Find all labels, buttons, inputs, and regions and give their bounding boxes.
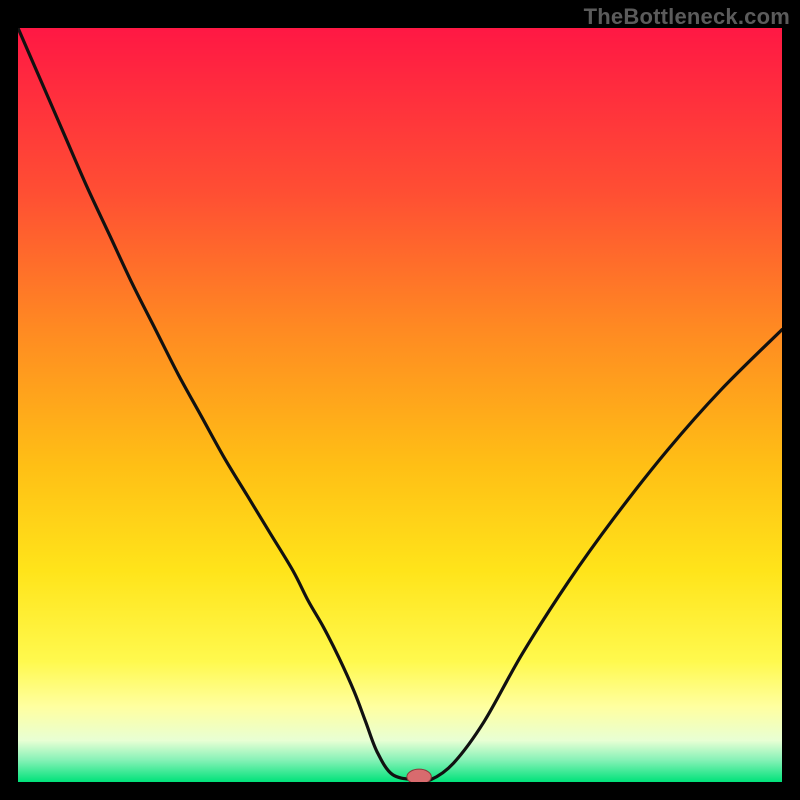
- bottleneck-marker: [407, 769, 431, 782]
- chart-frame: TheBottleneck.com: [0, 0, 800, 800]
- gradient-background: [18, 28, 782, 782]
- plot-svg: [18, 28, 782, 782]
- plot-area: [18, 28, 782, 782]
- watermark-text: TheBottleneck.com: [584, 4, 790, 30]
